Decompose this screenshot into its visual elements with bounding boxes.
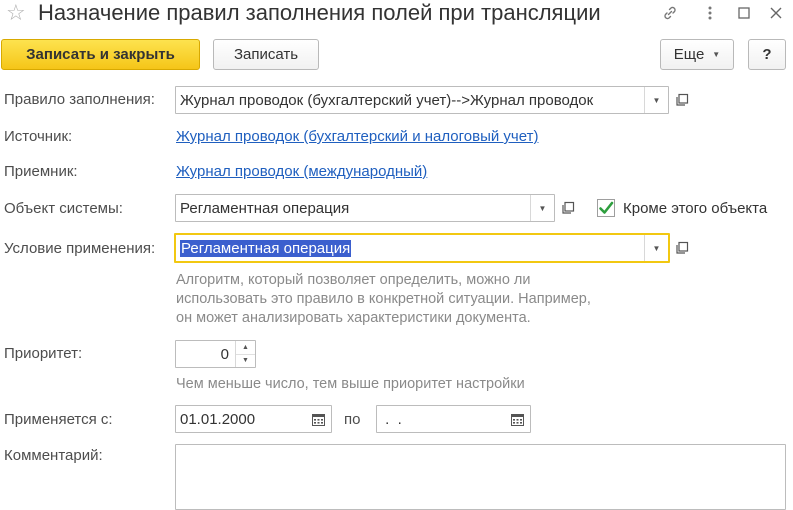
system-object-value: Регламентная операция: [180, 199, 350, 217]
window-title: Назначение правил заполнения полей при т…: [38, 0, 601, 25]
dropdown-arrow-icon[interactable]: ▼: [644, 235, 668, 261]
priority-label: Приоритет:: [4, 345, 83, 362]
except-object-checkbox[interactable]: [597, 199, 615, 217]
decrement-icon[interactable]: ▼: [236, 355, 255, 368]
comment-value: [176, 445, 785, 449]
increment-icon[interactable]: ▲: [236, 341, 255, 355]
dropdown-arrow-icon[interactable]: ▼: [530, 195, 554, 221]
to-label: по: [344, 411, 361, 428]
condition-label: Условие применения:: [4, 240, 156, 257]
more-options-icon[interactable]: [698, 2, 722, 24]
chevron-down-icon: ▼: [712, 50, 721, 59]
link-icon[interactable]: [658, 2, 682, 24]
except-object-label[interactable]: Кроме этого объекта: [623, 200, 767, 217]
save-and-close-button[interactable]: Записать и закрыть: [1, 39, 200, 70]
favorite-star-icon[interactable]: ☆: [6, 2, 26, 24]
calendar-icon[interactable]: [504, 413, 530, 426]
comment-label: Комментарий:: [4, 447, 103, 464]
help-button[interactable]: ?: [748, 39, 786, 70]
rule-label: Правило заполнения:: [4, 91, 155, 108]
source-label: Источник:: [4, 128, 73, 145]
system-object-label: Объект системы:: [4, 200, 123, 217]
maximize-icon[interactable]: [732, 2, 756, 24]
source-link[interactable]: Журнал проводок (бухгалтерский и налогов…: [176, 128, 538, 145]
applies-from-label: Применяется с:: [4, 411, 113, 428]
priority-stepper[interactable]: 0 ▲ ▼: [175, 340, 256, 368]
rule-field[interactable]: Журнал проводок (бухгалтерский учет)-->Ж…: [175, 86, 669, 114]
applies-to-value: . .: [381, 410, 402, 428]
comment-textarea[interactable]: [175, 444, 786, 510]
applies-from-date-field[interactable]: 01.01.2000: [175, 405, 332, 433]
rule-value: Журнал проводок (бухгалтерский учет)-->Ж…: [180, 91, 594, 109]
dropdown-arrow-icon[interactable]: ▼: [644, 87, 668, 113]
receiver-label: Приемник:: [4, 163, 78, 180]
condition-hint-line2: использовать это правило в конкретной си…: [176, 291, 591, 307]
more-button[interactable]: Еще ▼: [660, 39, 734, 70]
applies-to-date-field[interactable]: . .: [376, 405, 531, 433]
applies-from-value: 01.01.2000: [180, 410, 256, 428]
condition-value: Регламентная операция: [180, 239, 352, 257]
system-object-field[interactable]: Регламентная операция ▼: [175, 194, 555, 222]
calendar-icon[interactable]: [305, 413, 331, 426]
condition-hint-line1: Алгоритм, который позволяет определить, …: [176, 272, 531, 288]
close-icon[interactable]: [764, 2, 788, 24]
open-icon[interactable]: [670, 234, 694, 262]
more-label: Еще: [673, 46, 705, 63]
receiver-link[interactable]: Журнал проводок (международный): [176, 163, 427, 180]
checkmark-icon: [599, 201, 614, 214]
condition-hint-line3: он может анализировать характеристики до…: [176, 310, 531, 326]
priority-value: 0: [220, 345, 229, 363]
open-icon[interactable]: [670, 86, 694, 114]
save-button[interactable]: Записать: [213, 39, 319, 70]
open-icon[interactable]: [556, 194, 580, 222]
condition-field[interactable]: Регламентная операция ▼: [174, 233, 670, 263]
priority-hint: Чем меньше число, тем выше приоритет нас…: [176, 376, 525, 392]
